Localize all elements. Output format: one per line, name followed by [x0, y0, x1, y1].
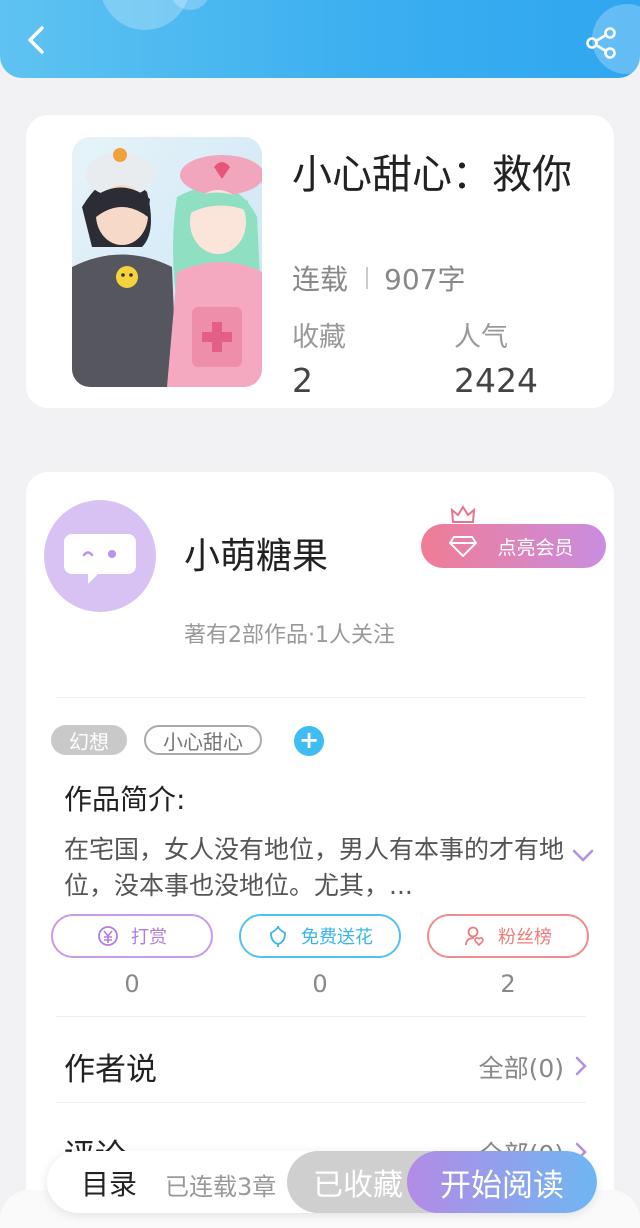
vip-button[interactable]: 点亮会员	[421, 524, 606, 568]
top-bar	[0, 0, 640, 78]
vip-button-label: 点亮会员	[497, 536, 574, 559]
divider	[56, 1102, 586, 1103]
fan-ranking-button[interactable]: 粉丝榜	[427, 914, 589, 958]
back-icon[interactable]	[18, 22, 54, 58]
popularity-label: 人气	[454, 322, 508, 353]
user-heart-icon	[465, 926, 484, 947]
tag-genre[interactable]: 幻想	[51, 725, 127, 755]
book-info-card: 小心甜心：救你 连载 907字 收藏 人气 2 2424	[26, 115, 614, 408]
chevron-down-icon[interactable]	[571, 848, 595, 864]
start-reading-button[interactable]: 开始阅读	[407, 1151, 597, 1213]
author-card: 小萌糖果 点亮会员 著有2部作品·1人关注 幻想 小心甜心 + 作品简介: 在宅…	[26, 472, 614, 1228]
chevron-right-icon[interactable]	[574, 1055, 588, 1077]
share-icon[interactable]	[584, 26, 618, 60]
word-count: 907字	[384, 263, 466, 296]
flower-count: 0	[312, 970, 328, 998]
chapter-status: 已连载3章	[165, 1173, 277, 1201]
reward-count: 0	[124, 970, 140, 998]
reward-label: 打赏	[131, 927, 167, 948]
diamond-icon	[449, 536, 477, 557]
collect-count: 2	[292, 361, 313, 400]
bottom-action-bar: 目录 已连载3章 已收藏 开始阅读	[47, 1151, 597, 1213]
intro-title: 作品简介:	[64, 783, 186, 816]
book-title: 小心甜心：救你	[292, 152, 572, 198]
divider	[56, 697, 586, 698]
send-flower-button[interactable]: 免费送花	[239, 914, 401, 958]
fan-count: 2	[500, 970, 516, 998]
coin-icon	[98, 926, 118, 946]
fan-ranking-label: 粉丝榜	[498, 927, 552, 948]
author-says-title[interactable]: 作者说	[64, 1044, 157, 1089]
book-status-row: 连载 907字	[292, 258, 465, 298]
divider	[56, 1016, 586, 1017]
cover-illustration	[72, 137, 262, 387]
crown-icon	[450, 505, 476, 523]
author-says-all-link[interactable]: 全部(0)	[479, 1049, 564, 1085]
flower-icon	[270, 925, 286, 947]
intro-text: 在宅国，女人没有地位，男人有本事的才有地位，没本事也没地位。尤其，...	[64, 835, 565, 900]
chat-bubble-icon	[64, 534, 136, 584]
tag-keyword[interactable]: 小心甜心	[144, 725, 262, 755]
author-stats: 著有2部作品·1人关注	[184, 623, 395, 648]
author-avatar[interactable]	[44, 500, 156, 612]
reward-button[interactable]: 打赏	[51, 914, 213, 958]
catalog-button[interactable]: 目录	[81, 1163, 137, 1203]
popularity-count: 2424	[454, 361, 538, 400]
status-divider	[366, 267, 369, 289]
author-name[interactable]: 小萌糖果	[184, 527, 328, 579]
book-cover[interactable]	[72, 137, 262, 387]
send-flower-label: 免费送花	[301, 927, 373, 948]
add-tag-button[interactable]: +	[294, 726, 324, 756]
serial-status: 连载	[292, 263, 349, 296]
collect-label: 收藏	[292, 322, 346, 353]
